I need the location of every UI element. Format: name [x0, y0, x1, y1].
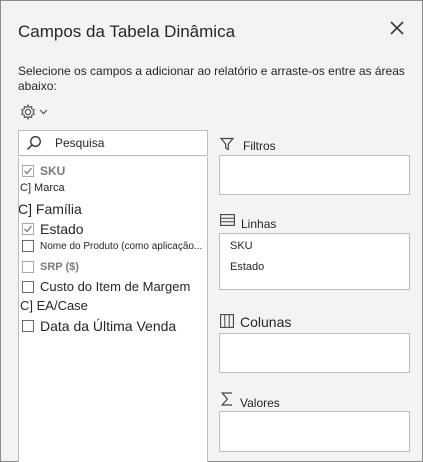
field-label: Custo do Item de Margem — [40, 279, 191, 294]
field-item-ea-case[interactable]: C] EA/Case — [20, 298, 88, 313]
checkbox-unchecked[interactable] — [22, 261, 34, 273]
filters-area-label: Filtros — [243, 139, 276, 153]
values-area-label: Valores — [240, 396, 280, 410]
rows-area-item-estado[interactable]: Estado — [230, 261, 264, 273]
field-label: C] Marca — [20, 182, 65, 194]
field-label: Estado — [40, 221, 84, 237]
field-label: C] Família — [18, 201, 82, 217]
rows-area-item-sku[interactable]: SKU — [230, 240, 253, 252]
field-item-nome-produto[interactable]: Nome do Produto (como aplicação... — [22, 240, 202, 252]
field-list: SKU C] Marca C] Família Estado Nome do P… — [18, 157, 208, 462]
field-label: Data da Última Venda — [40, 318, 177, 334]
close-button[interactable] — [386, 17, 408, 39]
rows-icon — [219, 213, 235, 227]
field-label: SKU — [40, 164, 66, 178]
search-icon — [21, 131, 47, 155]
columns-icon — [219, 313, 235, 329]
field-item-sku[interactable]: SKU — [22, 164, 65, 178]
field-label: Nome do Produto (como aplicação... — [40, 240, 203, 252]
tools-dropdown-button[interactable] — [19, 101, 55, 123]
checkbox-checked[interactable] — [22, 223, 34, 235]
rows-drop-area[interactable]: SKU Estado — [219, 233, 410, 290]
search-input[interactable] — [55, 136, 195, 150]
close-icon — [390, 21, 404, 35]
field-item-familia[interactable]: C] Família — [18, 201, 82, 217]
instructions-text: Selecione os campos a adicionar ao relat… — [18, 64, 405, 93]
columns-drop-area[interactable] — [219, 333, 410, 373]
pivot-field-pane: Campos da Tabela Dinâmica Selecione os c… — [0, 0, 423, 462]
checkbox-checked[interactable] — [22, 165, 34, 177]
columns-area-label: Colunas — [240, 314, 292, 330]
chevron-down-icon — [39, 109, 48, 115]
field-search-box[interactable] — [18, 130, 208, 156]
field-item-estado[interactable]: Estado — [22, 221, 84, 237]
checkbox-unchecked[interactable] — [22, 240, 34, 252]
rows-area-label: Linhas — [241, 217, 277, 231]
field-item-data-ultima-venda[interactable]: Data da Última Venda — [22, 318, 176, 334]
checkbox-unchecked[interactable] — [22, 320, 34, 332]
field-label: SRP ($) — [40, 261, 79, 273]
sigma-icon — [220, 391, 234, 407]
values-drop-area[interactable] — [219, 411, 410, 452]
filter-icon — [219, 136, 235, 152]
checkbox-unchecked[interactable] — [22, 280, 34, 293]
pane-title: Campos da Tabela Dinâmica — [18, 22, 236, 41]
field-item-srp[interactable]: SRP ($) — [22, 261, 79, 273]
field-label: C] EA/Case — [20, 298, 88, 313]
field-item-marca[interactable]: C] Marca — [20, 182, 65, 194]
filters-drop-area[interactable] — [219, 155, 410, 195]
gear-icon — [20, 103, 36, 121]
field-item-custo[interactable]: Custo do Item de Margem — [22, 279, 190, 294]
